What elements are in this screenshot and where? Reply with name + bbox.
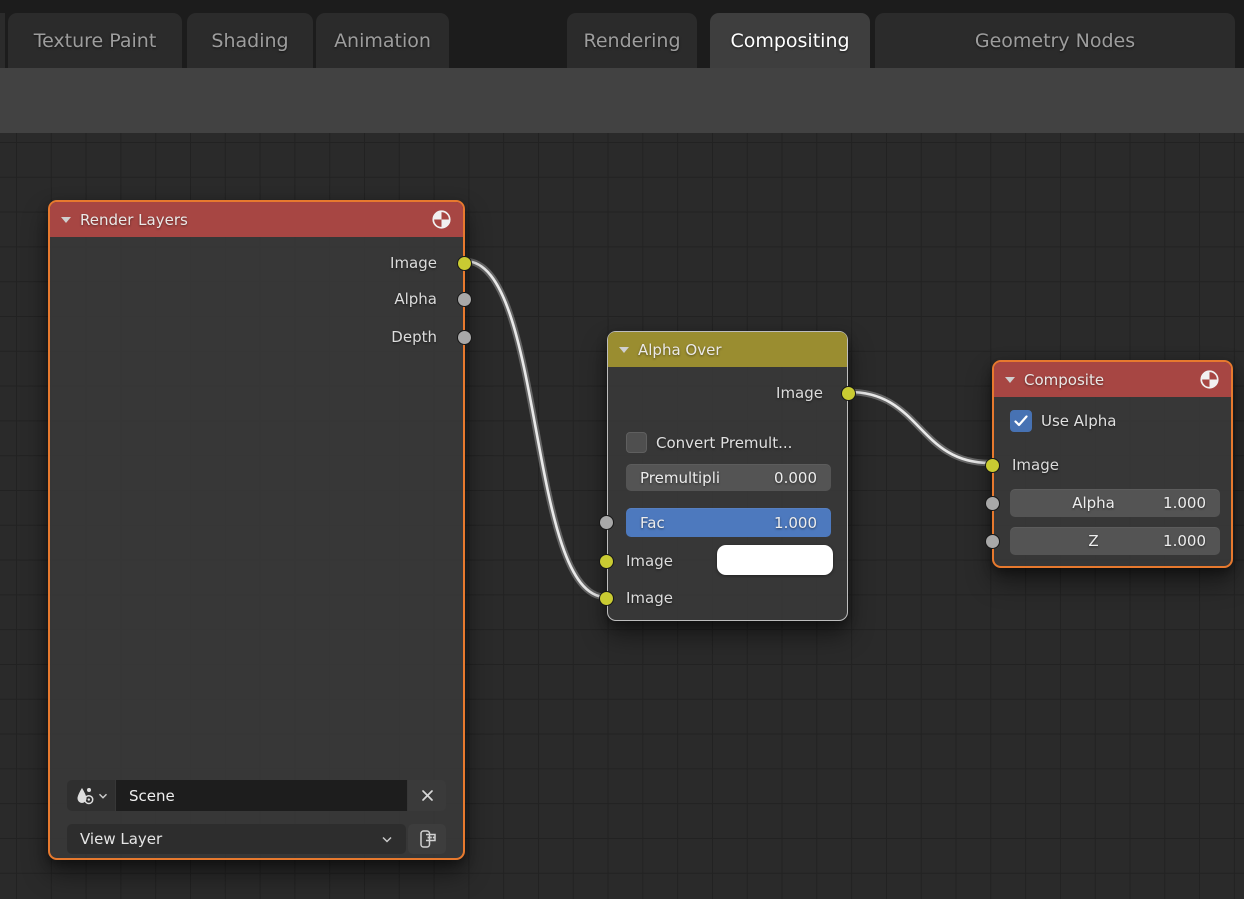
blender-window: Texture Paint Shading Animation Renderin… [0, 0, 1244, 899]
socket-input-image[interactable] [985, 458, 1000, 473]
premultiply-value: 0.000 [774, 469, 817, 487]
node-title: Composite [1024, 371, 1190, 389]
node-link-alphaover-to-composite[interactable] [849, 392, 990, 463]
alpha-over-header[interactable]: Alpha Over [608, 332, 847, 367]
view-layer-name: View Layer [80, 830, 162, 848]
socket-output-image[interactable] [841, 386, 856, 401]
convert-premultiply-label: Convert Premult... [656, 434, 792, 452]
node-editor-canvas[interactable]: Render Layers Image Alpha Depth [0, 133, 1244, 899]
tab-label: Rendering [583, 30, 680, 52]
fac-value: 1.000 [774, 514, 817, 532]
socket-input-z[interactable] [985, 534, 1000, 549]
material-sphere-icon [431, 209, 452, 230]
unlink-scene-button[interactable] [408, 780, 446, 811]
alpha-label: Alpha [1024, 494, 1163, 512]
output-label-alpha: Alpha [394, 288, 437, 310]
socket-input-fac[interactable] [599, 515, 614, 530]
alpha-value: 1.000 [1163, 494, 1206, 512]
alpha-slider[interactable]: Alpha 1.000 [1010, 489, 1220, 517]
input-label-image-2: Image [626, 587, 673, 609]
socket-output-image[interactable] [457, 256, 472, 271]
tab-label: Shading [211, 30, 288, 52]
convert-premultiply-row: Convert Premult... [626, 432, 792, 453]
tab-partial-left[interactable] [0, 13, 5, 68]
tab-animation[interactable]: Animation [316, 13, 449, 68]
z-value: 1.000 [1163, 532, 1206, 550]
fac-label: Fac [640, 514, 774, 532]
convert-premultiply-checkbox[interactable] [626, 432, 647, 453]
tab-label: Animation [334, 30, 431, 52]
tab-texture-paint[interactable]: Texture Paint [8, 13, 182, 68]
use-alpha-checkbox[interactable] [1010, 410, 1032, 432]
scene-icon [74, 785, 96, 807]
tab-label: Geometry Nodes [975, 30, 1135, 52]
premultiply-label: Premultipli [640, 469, 774, 487]
composite-header[interactable]: Composite [994, 362, 1231, 397]
output-label-image: Image [776, 382, 823, 404]
node-render-layers[interactable]: Render Layers Image Alpha Depth [48, 200, 465, 860]
output-label-depth: Depth [391, 326, 437, 348]
tab-compositing[interactable]: Compositing [710, 13, 870, 68]
socket-output-depth[interactable] [457, 330, 472, 345]
use-alpha-row: Use Alpha [1010, 410, 1116, 432]
view-layer-dropdown[interactable]: View Layer [67, 824, 406, 854]
collapse-triangle-icon[interactable] [619, 347, 629, 353]
output-label-image: Image [390, 252, 437, 274]
input-label-image-1: Image [626, 550, 673, 572]
tab-geometry-nodes[interactable]: Geometry Nodes [875, 13, 1235, 68]
tab-label: Texture Paint [34, 30, 157, 52]
x-icon [420, 788, 435, 803]
scene-name: Scene [129, 787, 175, 805]
socket-output-alpha[interactable] [457, 292, 472, 307]
node-editor-header [0, 68, 1244, 133]
socket-input-image-2[interactable] [599, 591, 614, 606]
view-layer-row: View Layer [67, 824, 446, 854]
scene-name-field[interactable]: Scene [116, 780, 407, 811]
workspace-tab-bar: Texture Paint Shading Animation Renderin… [0, 0, 1244, 68]
node-title: Render Layers [80, 211, 422, 229]
scene-selector-row: Scene [67, 780, 446, 811]
socket-input-alpha[interactable] [985, 496, 1000, 511]
tab-rendering[interactable]: Rendering [567, 13, 697, 68]
render-layers-header[interactable]: Render Layers [50, 202, 463, 237]
tab-label: Compositing [730, 30, 849, 52]
socket-input-image-1[interactable] [599, 554, 614, 569]
scene-id-type-button[interactable] [67, 780, 115, 811]
material-sphere-icon [1199, 369, 1220, 390]
node-link-renderlayers-to-alphaover[interactable] [465, 261, 606, 597]
chevron-down-icon [98, 792, 108, 800]
chevron-down-icon [381, 835, 393, 844]
tab-shading[interactable]: Shading [187, 13, 313, 68]
checkmark-icon [1014, 415, 1028, 427]
render-layers-icon [415, 827, 439, 851]
use-alpha-label: Use Alpha [1041, 412, 1116, 430]
z-label: Z [1024, 532, 1163, 550]
z-slider[interactable]: Z 1.000 [1010, 527, 1220, 555]
collapse-triangle-icon[interactable] [1005, 377, 1015, 383]
image-1-color-swatch[interactable] [717, 545, 833, 575]
new-view-layer-button[interactable] [408, 824, 446, 854]
collapse-triangle-icon[interactable] [61, 217, 71, 223]
node-composite[interactable]: Composite Use Alpha Image Alpha [992, 360, 1233, 568]
node-alpha-over[interactable]: Alpha Over Image Convert Premult... Prem… [607, 331, 848, 621]
premultiply-slider[interactable]: Premultipli 0.000 [626, 464, 831, 491]
input-label-image: Image [1012, 454, 1059, 476]
fac-slider[interactable]: Fac 1.000 [626, 508, 831, 537]
node-title: Alpha Over [638, 341, 836, 359]
